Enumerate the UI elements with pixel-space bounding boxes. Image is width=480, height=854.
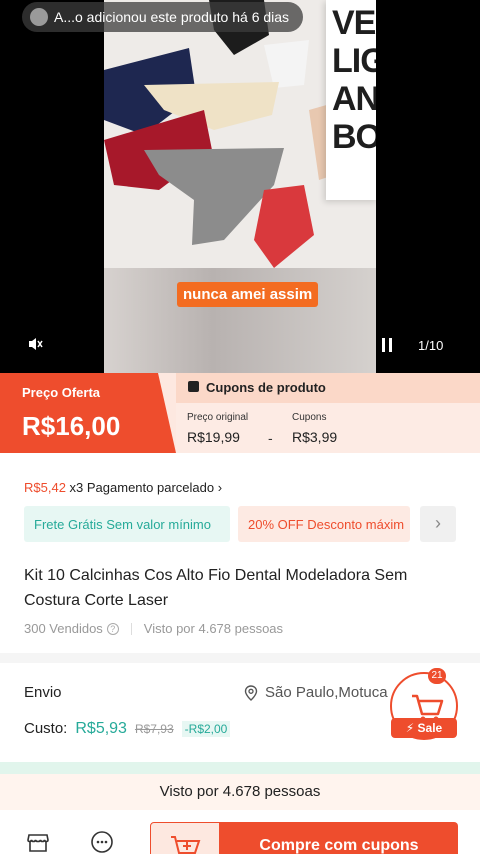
pause-icon[interactable]: [377, 335, 397, 355]
buy-with-coupons-button[interactable]: Compre com cupons: [220, 822, 458, 854]
installment-text: x3 Pagamento parcelado: [65, 480, 218, 495]
installment-amount: R$5,42: [24, 480, 66, 495]
discount-chip[interactable]: 20% OFF Desconto máxim: [238, 506, 410, 542]
ticket-icon: [188, 381, 199, 392]
cart-plus-icon: [171, 836, 201, 854]
coupons-title: Cupons de produto: [206, 380, 326, 395]
offer-label: Preço Oferta: [22, 385, 101, 400]
cart-count-badge: 21: [428, 668, 446, 684]
product-media[interactable]: VEX LIG AN BO A...o adicionou este produ…: [0, 0, 480, 373]
mute-icon[interactable]: [27, 336, 43, 357]
help-icon[interactable]: ?: [106, 622, 119, 635]
coupons-label: Cupons: [292, 412, 327, 423]
original-price-label: Preço original: [187, 412, 249, 423]
minus-sign: -: [268, 430, 273, 446]
chips-more-icon[interactable]: ›: [420, 506, 456, 542]
packaging-lettering: VEX LIG AN BO: [332, 4, 376, 156]
cost-label: Custo:: [24, 720, 68, 737]
divider: [130, 622, 132, 635]
coupons-value: R$3,99: [292, 429, 338, 445]
sale-label: Sale: [417, 721, 443, 735]
free-shipping-chip[interactable]: Frete Grátis Sem valor mínimo: [24, 506, 230, 542]
chat-icon[interactable]: [90, 830, 114, 854]
cost-current: R$5,93: [75, 720, 127, 737]
video-caption: nunca amei assim: [177, 282, 319, 307]
original-price-value: R$19,99: [187, 429, 240, 445]
cost-discount: -R$2,00: [181, 721, 231, 737]
lightning-icon: ⚡: [405, 721, 415, 735]
product-photo[interactable]: VEX LIG AN BO: [104, 0, 376, 373]
store-icon[interactable]: [26, 830, 50, 854]
product-title: Kit 10 Calcinhas Cos Alto Fio Dental Mod…: [24, 567, 408, 609]
shipping-cost-row: Custo: R$5,93 R$7,93 -R$2,00: [24, 720, 231, 738]
promo-strip: [0, 762, 480, 774]
sale-tag[interactable]: ⚡ Sale: [391, 718, 457, 738]
seen-count: Visto por 4.678 pessoas: [143, 621, 284, 636]
offer-value: R$16,00: [22, 411, 121, 441]
chevron-right-icon: ›: [217, 480, 223, 495]
seen-by-bar: Visto por 4.678 pessoas: [0, 774, 480, 810]
media-counter: 1/10: [418, 338, 444, 353]
cost-original: R$7,93: [134, 722, 174, 736]
user-avatar: [30, 8, 48, 26]
installment-link[interactable]: R$5,42 x3 Pagamento parcelado ›: [24, 480, 222, 495]
recent-activity-toast: A...o adicionou este produto há 6 dias: [22, 2, 304, 32]
coupons-body: Preço original R$19,99 - Cupons R$3,99: [176, 403, 480, 453]
toast-text: A...o adicionou este produto há 6 dias: [54, 9, 290, 25]
add-to-cart-button[interactable]: [150, 822, 220, 854]
section-divider: [0, 653, 480, 663]
shipping-label: Envio: [24, 684, 62, 701]
offer-price-box: Preço Oferta R$16,00: [0, 373, 176, 453]
product-stats: 300 Vendidos ? Visto por 4.678 pessoas: [24, 621, 283, 636]
coupons-header[interactable]: Cupons de produto: [176, 373, 480, 403]
price-banner: Preço Oferta R$16,00 Cupons de produto P…: [0, 373, 480, 453]
promo-chips: Frete Grátis Sem valor mínimo 20% OFF De…: [24, 506, 480, 542]
shipping-location[interactable]: São Paulo,Motuca: [244, 684, 392, 701]
bottom-action-bar: Compre com cupons: [0, 810, 480, 854]
sold-count: 300 Vendidos: [24, 621, 103, 636]
